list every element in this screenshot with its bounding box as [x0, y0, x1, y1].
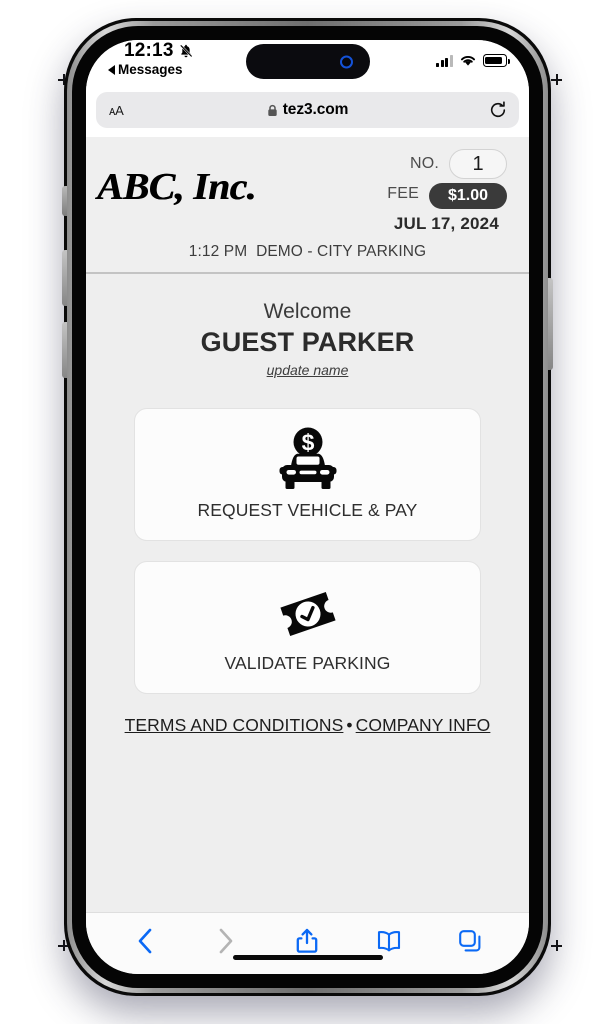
book-icon[interactable]: [374, 926, 404, 956]
browser-url-bar-area: AAᴀA tez3.com: [86, 88, 529, 137]
wifi-icon: [460, 56, 476, 66]
reload-icon[interactable]: [489, 101, 507, 119]
power-button[interactable]: [548, 278, 553, 370]
validate-parking-button[interactable]: VALIDATE PARKING: [134, 561, 481, 694]
ticket-number-label: NO.: [409, 155, 439, 172]
footer-separator: •: [346, 715, 353, 735]
share-icon[interactable]: [292, 926, 322, 956]
phone-screen: 12:13 Messages ᴀA tez3.com ABC, Inc. NO.…: [86, 40, 529, 974]
silent-switch[interactable]: [62, 186, 67, 216]
status-bar-left: 12:13 Messages: [108, 41, 194, 77]
request-vehicle-and-pay-label: REQUEST VEHICLE & PAY: [197, 500, 418, 520]
forward-chevron-icon[interactable]: [211, 926, 241, 956]
home-indicator: [232, 954, 383, 960]
ticket-fee-badge: $1.00: [429, 183, 507, 209]
ticket-number-badge: 1: [449, 149, 507, 179]
front-camera-icon: [339, 55, 353, 68]
volume-up-button[interactable]: [62, 250, 67, 306]
svg-text:$: $: [301, 430, 314, 456]
tabs-icon[interactable]: [455, 926, 485, 956]
terms-and-conditions-link[interactable]: TERMS AND CONDITIONS: [125, 715, 344, 735]
url-bar[interactable]: AAᴀA tez3.com: [96, 92, 519, 128]
screenshot-root: 12:13 Messages ᴀA tez3.com ABC, Inc. NO.…: [0, 0, 615, 1024]
dynamic-island[interactable]: [245, 44, 370, 79]
volume-down-button[interactable]: [62, 322, 67, 378]
lock-icon: [268, 104, 277, 116]
status-time-row: 12:13: [108, 41, 194, 61]
company-logo: ABC, Inc.: [96, 166, 256, 208]
guest-name: GUEST PARKER: [200, 327, 415, 357]
ticket-fee-row: FEE $1.00: [387, 179, 507, 209]
footer-links: TERMS AND CONDITIONS • COMPANY INFO: [86, 694, 529, 736]
ticket-subbar: 1:12 PM DEMO - CITY PARKING: [86, 234, 529, 265]
triangle-left-icon: [108, 64, 115, 75]
ticket-fee-label: FEE: [387, 185, 419, 202]
battery-icon: [483, 54, 510, 67]
action-cards: $ REQUEST VEHICLE & PAY VALIDATE PARKING: [86, 380, 529, 694]
text-size-button[interactable]: AAᴀA: [109, 103, 124, 118]
safari-toolbar: [86, 912, 529, 974]
back-to-messages-label: Messages: [118, 62, 183, 77]
url-display: tez3.com: [96, 101, 519, 119]
ticket-meta: NO. 1 FEE $1.00 JUL 17, 2024: [387, 149, 515, 234]
back-to-messages-link[interactable]: Messages: [108, 62, 194, 77]
ticket-time: 1:12 PM: [188, 243, 248, 260]
back-chevron-icon[interactable]: [130, 926, 160, 956]
ticket-header-row: ABC, Inc. NO. 1 FEE $1.00 JUL 17, 2024: [86, 149, 529, 234]
validate-parking-label: VALIDATE PARKING: [224, 653, 391, 673]
bell-slash-icon: [178, 43, 194, 59]
web-page-content: ABC, Inc. NO. 1 FEE $1.00 JUL 17, 2024 1…: [86, 137, 529, 912]
cellular-signal-icon: [435, 54, 453, 67]
car-with-dollar-icon: $: [275, 424, 341, 498]
status-time: 12:13: [124, 40, 174, 61]
request-vehicle-and-pay-button[interactable]: $ REQUEST VEHICLE & PAY: [134, 408, 481, 541]
registration-mark: [551, 74, 562, 85]
welcome-block: Welcome GUEST PARKER update name: [86, 274, 529, 380]
ticket-date: JUL 17, 2024: [393, 214, 499, 233]
status-bar: 12:13 Messages: [86, 40, 529, 88]
ticket-number-row: NO. 1: [387, 149, 507, 179]
company-info-link[interactable]: COMPANY INFO: [356, 715, 491, 735]
ticket-check-icon: [275, 577, 341, 651]
welcome-greeting: Welcome: [263, 300, 352, 323]
update-name-link[interactable]: update name: [267, 362, 349, 378]
url-text: tez3.com: [282, 101, 349, 118]
ticket-header: ABC, Inc. NO. 1 FEE $1.00 JUL 17, 2024 1…: [86, 137, 529, 274]
status-bar-right: [435, 54, 510, 67]
ticket-location: DEMO - CITY PARKING: [256, 243, 427, 260]
registration-mark: [551, 940, 562, 951]
